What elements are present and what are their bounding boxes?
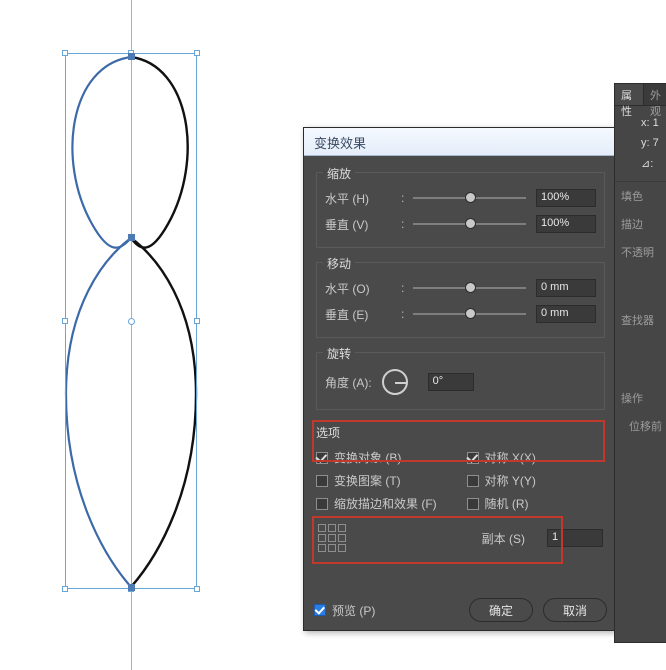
panel-fill-label[interactable]: 填色: [615, 182, 666, 210]
checkbox-icon: [316, 475, 328, 487]
panel-opacity-label[interactable]: 不透明: [615, 238, 666, 266]
rotate-group: 旋转 角度 (A): 0°: [316, 352, 605, 410]
bbox-handle-mr[interactable]: [194, 318, 200, 324]
cb-transform-objects[interactable]: 变换对象 (B): [316, 449, 455, 466]
angle-value[interactable]: 0°: [428, 373, 474, 391]
move-v-label: 垂直 (E): [325, 306, 399, 323]
checkbox-icon: [314, 604, 326, 616]
preview-checkbox[interactable]: 预览 (P): [314, 602, 375, 619]
panel-y-value[interactable]: 7: [653, 137, 659, 149]
copies-label: 副本 (S): [482, 530, 525, 547]
selection-center[interactable]: [128, 318, 135, 325]
move-group-title: 移动: [323, 255, 355, 272]
cb-reflect-x[interactable]: 对称 X(X): [467, 449, 606, 466]
tab-properties[interactable]: 属性: [615, 84, 644, 105]
bbox-handle-tr[interactable]: [194, 50, 200, 56]
anchor-top[interactable]: [128, 53, 135, 60]
dialog-title[interactable]: 变换效果: [304, 128, 617, 156]
checkbox-icon: [467, 452, 479, 464]
properties-panel[interactable]: 属性 外观 x: 1 y: 7 ⊿: 填色 描边 不透明 查找器 操作 位移前: [614, 83, 666, 643]
angle-icon: ⊿:: [641, 158, 653, 170]
bbox-handle-bl[interactable]: [62, 586, 68, 592]
rotate-group-title: 旋转: [323, 345, 355, 362]
panel-tabstrip: 属性 外观: [615, 84, 666, 106]
anchor-bottom[interactable]: [128, 584, 135, 591]
options-block: 选项 变换对象 (B) 对称 X(X) 变换图案 (T) 对称 Y(Y) 缩放描…: [316, 424, 605, 556]
scale-v-value[interactable]: 100%: [536, 215, 596, 233]
cb-transform-patterns[interactable]: 变换图案 (T): [316, 472, 455, 489]
scale-h-label: 水平 (H): [325, 190, 399, 207]
move-h-value[interactable]: 0 mm: [536, 279, 596, 297]
anchor-mid[interactable]: [128, 234, 135, 241]
dialog-footer: 预览 (P) 确定 取消: [304, 590, 617, 630]
angle-wheel[interactable]: [382, 369, 408, 395]
options-title: 选项: [316, 426, 340, 440]
move-group: 移动 水平 (O) : 0 mm 垂直 (E) : 0 mm: [316, 262, 605, 338]
move-v-value[interactable]: 0 mm: [536, 305, 596, 323]
move-v-slider[interactable]: [413, 304, 526, 324]
checkbox-icon: [467, 498, 479, 510]
cb-scale-strokes[interactable]: 缩放描边和效果 (F): [316, 495, 455, 512]
scale-h-value[interactable]: 100%: [536, 189, 596, 207]
move-h-label: 水平 (O): [325, 280, 399, 297]
reference-point-picker[interactable]: [318, 524, 346, 552]
bbox-handle-tl[interactable]: [62, 50, 68, 56]
ok-button[interactable]: 确定: [469, 598, 533, 622]
cb-reflect-y[interactable]: 对称 Y(Y): [467, 472, 606, 489]
scale-v-slider[interactable]: [413, 214, 526, 234]
copies-value[interactable]: 1: [547, 529, 603, 547]
scale-group-title: 缩放: [323, 165, 355, 182]
checkbox-icon: [467, 475, 479, 487]
angle-label: 角度 (A):: [325, 374, 372, 391]
panel-actions-label: 操作: [615, 384, 666, 412]
panel-action-move[interactable]: 位移前: [615, 412, 666, 440]
bbox-handle-ml[interactable]: [62, 318, 68, 324]
move-h-slider[interactable]: [413, 278, 526, 298]
scale-h-slider[interactable]: [413, 188, 526, 208]
bbox-handle-br[interactable]: [194, 586, 200, 592]
checkbox-icon: [316, 452, 328, 464]
tab-appearance[interactable]: 外观: [644, 84, 666, 105]
checkbox-icon: [316, 498, 328, 510]
cancel-button[interactable]: 取消: [543, 598, 607, 622]
panel-findfont-label[interactable]: 查找器: [615, 306, 666, 334]
panel-stroke-label[interactable]: 描边: [615, 210, 666, 238]
scale-v-label: 垂直 (V): [325, 216, 399, 233]
transform-effect-dialog: 变换效果 缩放 水平 (H) : 100% 垂直 (V) : 100% 移动 水…: [303, 127, 618, 631]
cb-random[interactable]: 随机 (R): [467, 495, 606, 512]
panel-x-value[interactable]: 1: [653, 117, 659, 129]
scale-group: 缩放 水平 (H) : 100% 垂直 (V) : 100%: [316, 172, 605, 248]
